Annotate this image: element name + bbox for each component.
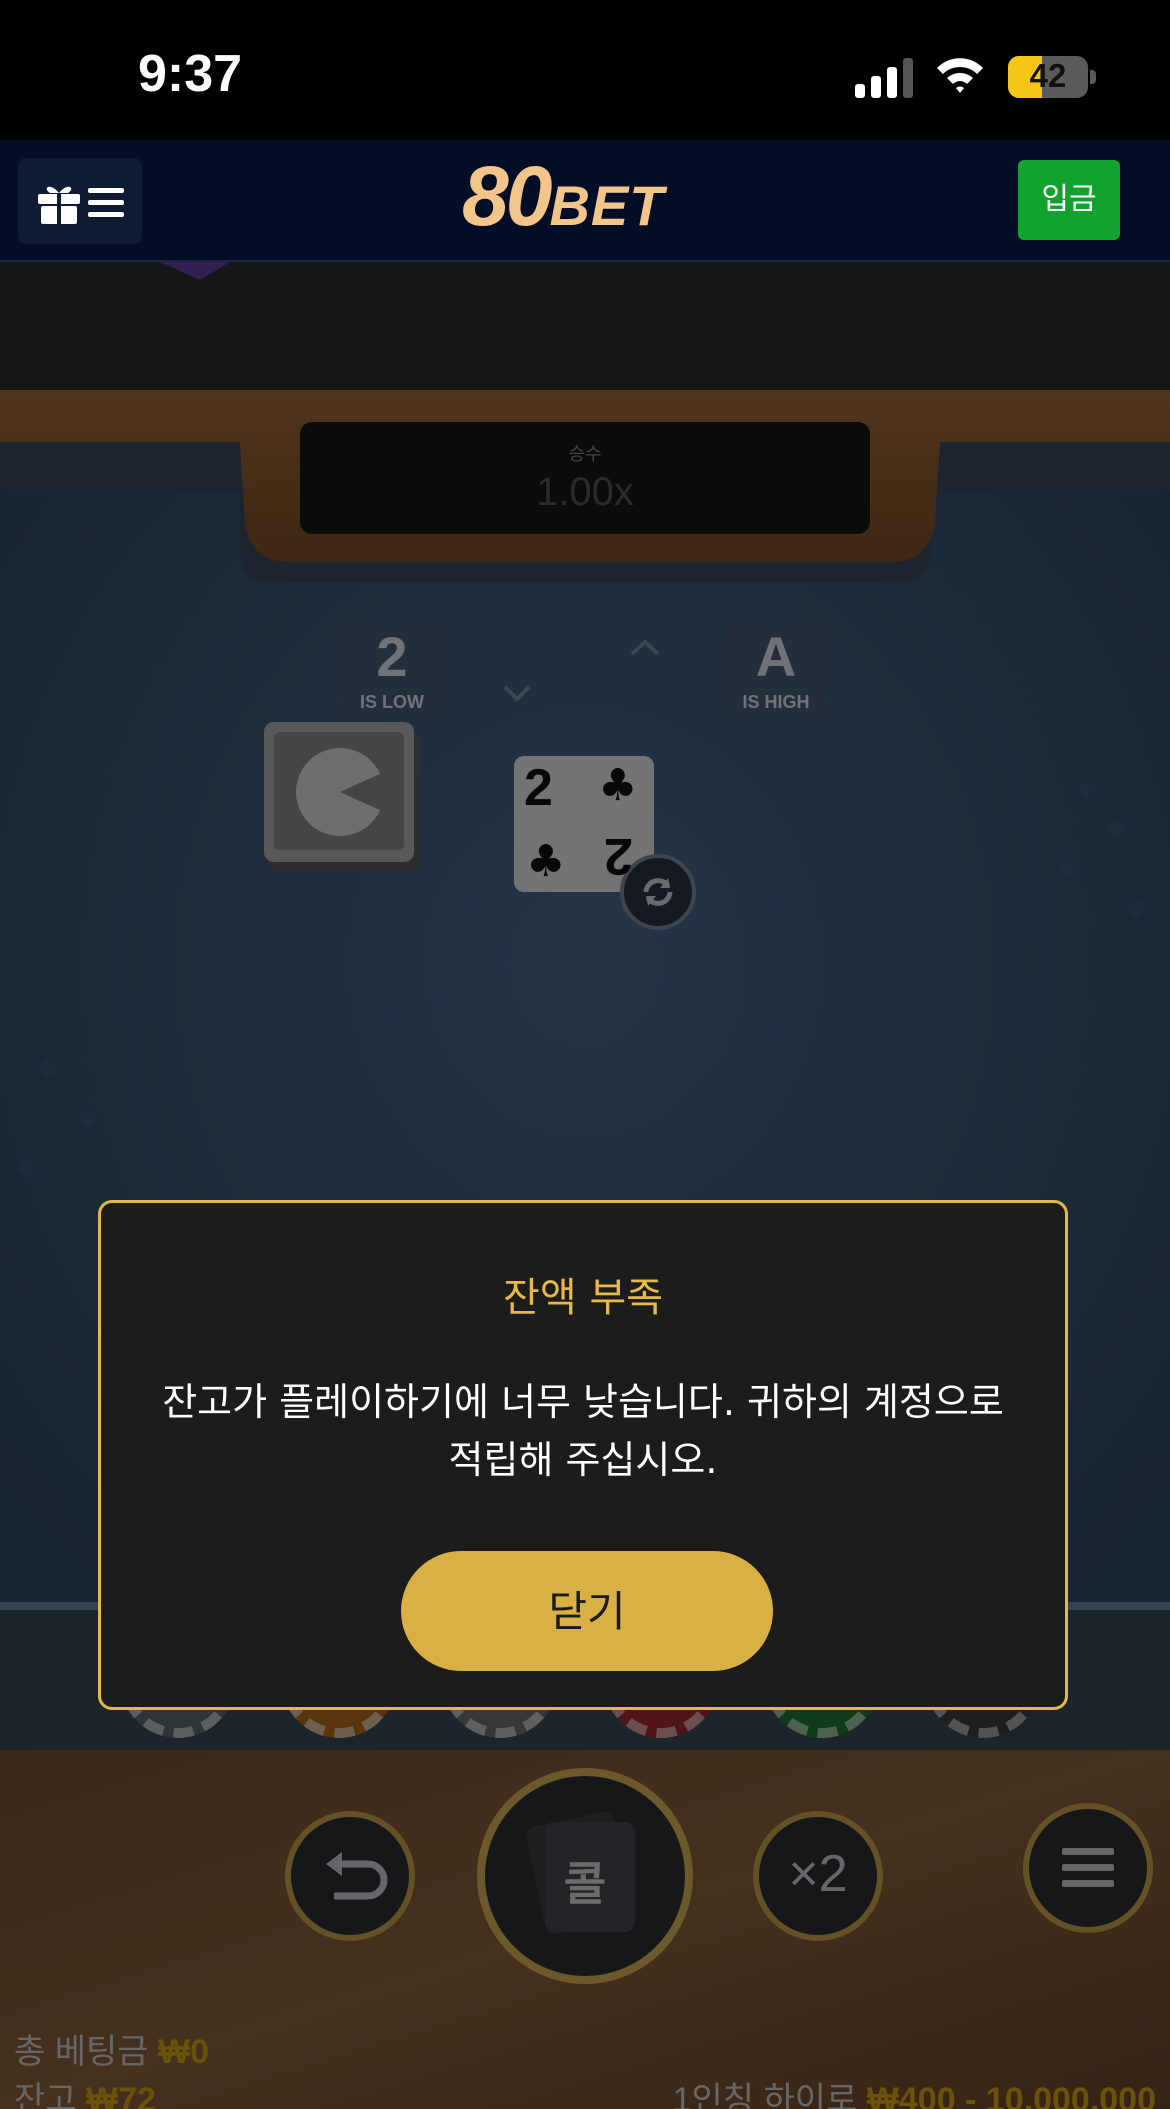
logo-text: BET — [549, 174, 665, 237]
balance: 잔고 ₩72 — [14, 2072, 156, 2109]
high-card-rank: A — [755, 625, 797, 688]
app-header: 80BET 입금 — [0, 140, 1170, 262]
game-menu-button[interactable] — [1026, 1806, 1150, 1930]
bet-limits: 1인칭 하이로 ₩400 - 10,000,000 — [673, 2072, 1156, 2109]
total-bet-value: ₩0 — [158, 2033, 210, 2071]
shuffle-button[interactable] — [622, 856, 694, 928]
low-card-caption: IS LOW — [360, 692, 424, 712]
battery-percent: 42 — [1029, 57, 1067, 94]
undo-icon — [326, 1852, 388, 1900]
deposit-button[interactable]: 입금 — [1018, 160, 1120, 240]
multiplier-label: 승수 — [568, 444, 602, 465]
status-bar: 9:37 42 — [0, 0, 1170, 140]
refresh-icon — [643, 878, 673, 906]
card-suit-bottom: ♣ — [526, 836, 566, 887]
brand-logo[interactable]: 80BET — [462, 148, 712, 248]
bet-limits-label: 1인칭 하이로 — [672, 2081, 858, 2109]
total-bet-label: 총 베팅금 — [14, 2033, 149, 2071]
hamburger-icon — [1062, 1848, 1114, 1887]
call-button[interactable]: 콜 — [481, 1772, 689, 1980]
total-bet: 총 베팅금 ₩0 — [14, 2024, 209, 2073]
card-deck — [264, 722, 420, 872]
low-card-rank: 2 — [376, 625, 408, 688]
status-time: 9:37 — [138, 45, 243, 103]
multiplier-value: 1.00x — [536, 470, 634, 514]
cellular-signal-icon — [855, 58, 913, 98]
dialog-title: 잔액 부족 — [503, 1275, 663, 1321]
game-area: 승수 1.00x 2 IS LOW A IS HIGH 2 ♣ ♣ 2 4001… — [0, 262, 1170, 2109]
double-label: ×2 — [788, 1845, 848, 1903]
gift-menu-button[interactable] — [18, 158, 142, 244]
bet-limits-value: ₩400 - 10,000,000 — [866, 2081, 1156, 2109]
battery-icon: 42 — [1008, 56, 1088, 98]
wifi-icon — [937, 58, 983, 93]
card-suit-top: ♣ — [598, 760, 638, 811]
logo-number: 80 — [462, 149, 552, 243]
call-label: 콜 — [563, 1857, 607, 1911]
balance-label: 잔고 — [14, 2081, 77, 2109]
card-rank-top: 2 — [524, 759, 553, 817]
close-button[interactable]: 닫기 — [401, 1551, 773, 1671]
battery-tip — [1090, 70, 1096, 84]
hamburger-icon — [88, 188, 124, 217]
insufficient-balance-dialog: 잔액 부족 잔고가 플레이하기에 너무 낮습니다. 귀하의 계정으로 적립해 주… — [98, 1200, 1068, 1710]
high-card-caption: IS HIGH — [742, 692, 810, 712]
undo-button[interactable] — [288, 1814, 412, 1938]
dialog-message: 잔고가 플레이하기에 너무 낮습니다. 귀하의 계정으로 적립해 주십시오. — [162, 1380, 1004, 1482]
balance-value: ₩72 — [86, 2081, 156, 2109]
double-button[interactable]: ×2 — [756, 1814, 880, 1938]
gift-icon — [38, 186, 80, 226]
